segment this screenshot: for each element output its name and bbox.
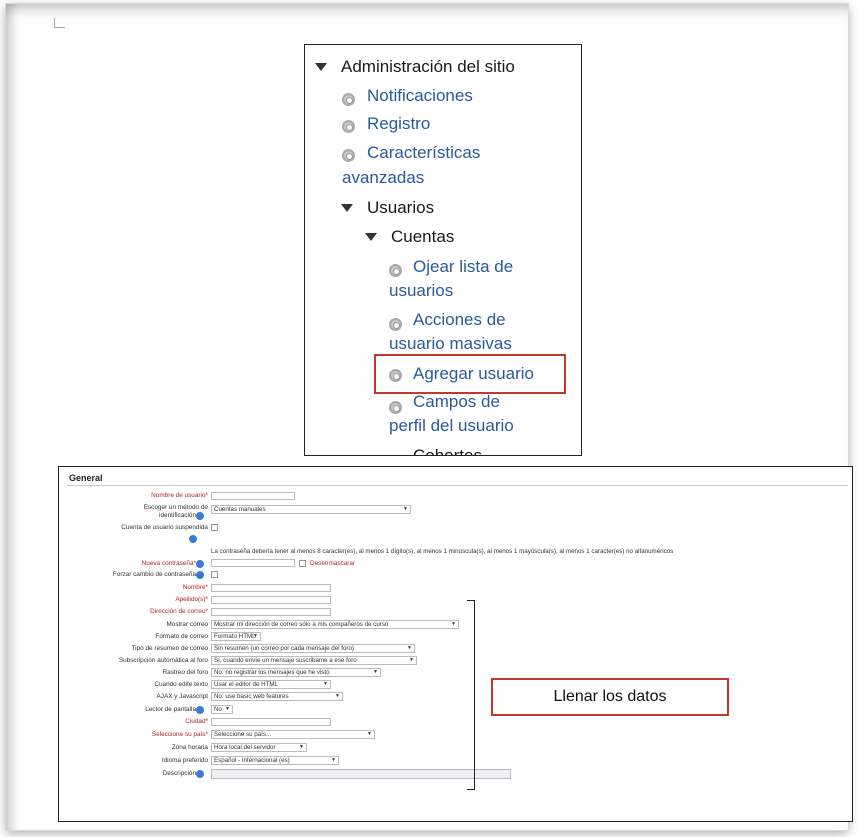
- country-label: Seleccione su país*: [151, 731, 208, 738]
- maildigest-label: Tipo de resumen de correo: [131, 645, 209, 652]
- nav-cohorts-cut[interactable]: Cohortes: [413, 445, 482, 455]
- auth-method-label-line2: identificación: [159, 512, 196, 519]
- auth-method-label: Escoger un método de: [143, 504, 208, 511]
- help-icon[interactable]: [196, 706, 204, 714]
- collapse-triangle-icon[interactable]: [341, 204, 353, 212]
- collapse-triangle-icon[interactable]: [365, 233, 377, 241]
- legend-divider: [67, 485, 848, 486]
- fill-data-text: Llenar los datos: [553, 688, 667, 705]
- username-label: Nombre de usuario*: [151, 492, 208, 499]
- nav-site-admin[interactable]: Administración del sitio: [341, 56, 515, 78]
- gear-icon: [342, 120, 355, 133]
- page-corner-mark: [54, 18, 65, 28]
- timezone-label: Zona horaria: [171, 744, 208, 751]
- timezone-select[interactable]: Hora local del servidor ▼: [211, 743, 307, 752]
- nav-users[interactable]: Usuarios: [367, 197, 434, 219]
- username-input[interactable]: [211, 492, 295, 500]
- mailformat-select[interactable]: Formato HTML ▼: [211, 632, 261, 641]
- lastname-label: Apellido(s)*: [175, 596, 208, 603]
- description-editor-toolbar[interactable]: [211, 769, 511, 779]
- city-label: Ciudad*: [185, 718, 208, 725]
- help-icon[interactable]: [196, 560, 204, 568]
- screenreader-select[interactable]: No ▼: [211, 705, 233, 714]
- language-select[interactable]: Español - Internacional (es) ▼: [211, 756, 339, 765]
- nav-profile-fields[interactable]: Campos de: [413, 391, 500, 413]
- trackforums-select[interactable]: No: no registrar los mensajes que he vis…: [211, 668, 381, 677]
- description-label: Descripción: [162, 770, 196, 777]
- country-select[interactable]: Seleccione su país... ▼: [211, 730, 375, 739]
- screenreader-label: Lector de pantalla: [145, 706, 196, 713]
- mailformat-label: Formato de correo: [155, 633, 208, 640]
- help-icon[interactable]: [189, 535, 197, 543]
- unmask-checkbox[interactable]: [299, 560, 306, 567]
- force-change-label: Forzar cambio de contraseña: [112, 571, 196, 578]
- maildisplay-select[interactable]: Mostrar mi dirección de correo sólo a mi…: [211, 620, 459, 629]
- suspended-label: Cuenta de usuario suspendida: [121, 524, 208, 531]
- nav-profile-fields-line2[interactable]: perfil del usuario: [389, 415, 514, 437]
- trackforums-label: Rastreo del foro: [162, 669, 208, 676]
- ajax-label: AJAX y Javascript: [156, 693, 209, 700]
- nav-notifications[interactable]: Notificaciones: [367, 85, 473, 107]
- new-password-input[interactable]: [211, 559, 295, 567]
- gear-icon: [342, 149, 355, 162]
- nav-bulk-actions-line2[interactable]: usuario masivas: [389, 333, 512, 355]
- firstname-label: Nombre*: [182, 584, 208, 591]
- email-label: Dirección de correo*: [150, 608, 208, 615]
- password-policy-note: La contraseña debería tener al menos 8 c…: [211, 548, 674, 555]
- collapse-triangle-icon[interactable]: [315, 63, 327, 71]
- fill-data-callout: Llenar los datos: [491, 678, 729, 716]
- maildigest-select[interactable]: Sin resumen (un correo por cada mensaje …: [211, 644, 415, 653]
- help-icon[interactable]: [196, 512, 204, 520]
- htmleditor-label: Cuando edite texto: [154, 681, 208, 688]
- autosubscribe-label: Subscripción automática al foro: [118, 657, 208, 664]
- unmask-label: Desenmascarar: [310, 560, 356, 567]
- help-icon[interactable]: [196, 571, 204, 579]
- form-section-legend: General: [69, 473, 103, 483]
- lastname-input[interactable]: [211, 596, 331, 604]
- fields-bracket: [467, 600, 475, 790]
- gear-icon: [389, 264, 402, 277]
- site-admin-nav-tree: Administración del sitio Notificaciones …: [304, 44, 582, 456]
- language-label: Idioma preferido: [161, 757, 208, 764]
- nav-accounts[interactable]: Cuentas: [391, 226, 454, 248]
- gear-icon: [389, 401, 402, 414]
- gear-icon: [389, 318, 402, 331]
- nav-browse-users-line2[interactable]: usuarios: [389, 280, 453, 302]
- ajax-select[interactable]: No: use basic web features ▼: [211, 692, 343, 701]
- nav-bulk-actions[interactable]: Acciones de: [413, 309, 506, 331]
- nav-advanced-features-line2[interactable]: avanzadas: [342, 167, 424, 189]
- help-icon[interactable]: [196, 770, 204, 778]
- nav-browse-users[interactable]: Ojear lista de: [413, 256, 513, 278]
- autosubscribe-select[interactable]: Sí, cuando envíe un mensaje suscribame a…: [211, 656, 417, 665]
- auth-method-select[interactable]: Cuentas manuales ▼: [211, 505, 411, 514]
- nav-registration[interactable]: Registro: [367, 113, 430, 135]
- maildisplay-label: Mostrar correo: [166, 621, 208, 628]
- force-change-checkbox[interactable]: [211, 571, 218, 578]
- gear-icon: [342, 93, 355, 106]
- city-input[interactable]: [211, 718, 331, 726]
- suspended-checkbox[interactable]: [211, 524, 218, 531]
- add-user-highlight: [374, 354, 566, 394]
- firstname-input[interactable]: [211, 584, 331, 592]
- add-user-form: General Nombre de usuario* Escoger un mé…: [58, 466, 853, 822]
- htmleditor-select[interactable]: Usar el editor de HTML ▼: [211, 680, 331, 689]
- nav-advanced-features[interactable]: Características: [367, 142, 480, 164]
- collapse-triangle-icon[interactable]: [389, 455, 401, 456]
- new-password-label: Nueva contraseña*: [141, 560, 196, 567]
- email-input[interactable]: [211, 608, 331, 616]
